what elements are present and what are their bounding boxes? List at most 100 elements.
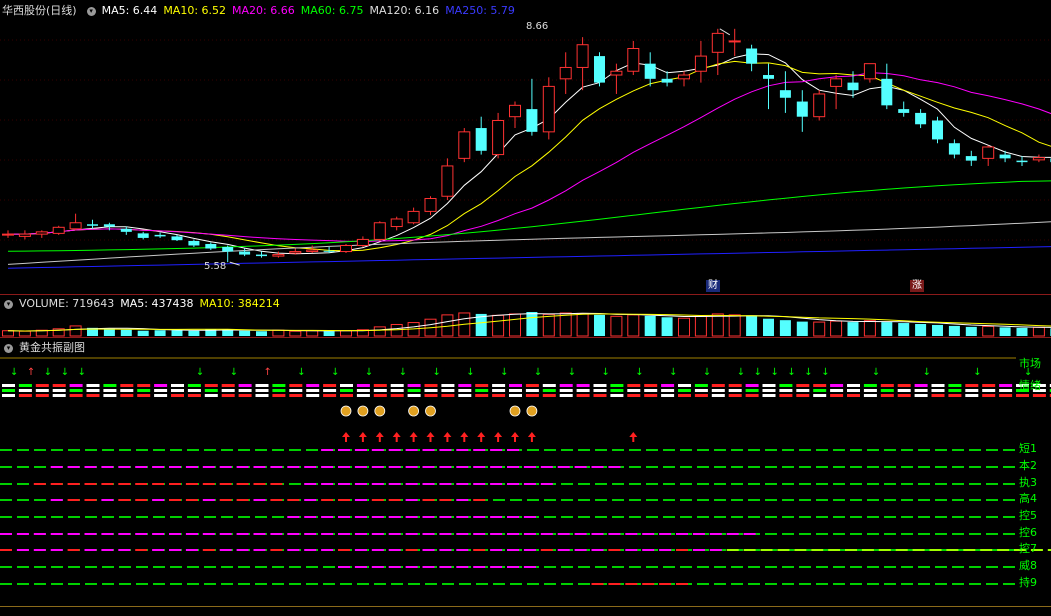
candle-body (509, 104, 521, 118)
sentiment-block (154, 384, 168, 387)
candle-body (424, 198, 437, 212)
sentiment-block (880, 394, 894, 397)
volume-bar (340, 330, 352, 337)
candle-body (526, 109, 538, 132)
sentiment-block (289, 389, 303, 392)
rise-tag[interactable]: 涨 (910, 280, 924, 292)
dropdown-icon[interactable]: ▾ (4, 343, 13, 353)
volume-bar (915, 324, 927, 336)
sentiment-block (847, 394, 860, 397)
signal-up-arrow (443, 432, 452, 442)
sentiment-block (745, 394, 759, 397)
sentiment-block (204, 389, 218, 392)
sentiment-block (272, 384, 286, 387)
volume-bar (1016, 327, 1028, 336)
sentiment-block (475, 394, 489, 397)
ma5-line (8, 53, 1051, 255)
sentiment-block (880, 384, 894, 387)
market-down-arrow: ↓ (923, 367, 931, 378)
market-down-arrow: ↓ (669, 367, 677, 378)
sentiment-block (965, 394, 979, 397)
volume-ma10: MA10: 384214 (199, 297, 280, 310)
sentiment-block (847, 389, 860, 392)
sentiment-block (18, 394, 32, 397)
candle-body (813, 93, 826, 118)
sentiment-block (678, 394, 691, 397)
volume-bar (796, 321, 808, 336)
sentiment-block (373, 384, 387, 387)
volume-bar (137, 330, 149, 336)
market-up-arrow: ↑ (27, 367, 35, 378)
volume-bar (103, 328, 115, 336)
market-down-arrow: ↓ (804, 367, 812, 378)
sentiment-block (255, 394, 269, 397)
sentiment-block (880, 389, 894, 392)
sentiment-block (542, 384, 556, 387)
ma60-label: MA60: 6.75 (300, 4, 364, 17)
market-down-arrow: ↓ (44, 367, 52, 378)
sentiment-block (323, 389, 337, 392)
indicator-row-label: 高4 (1019, 492, 1037, 505)
candle-body (915, 112, 927, 125)
volume-bar (239, 330, 251, 336)
sentiment-block (204, 394, 218, 397)
sentiment-label: 情绪 (1019, 379, 1041, 392)
signal-up-arrow (409, 432, 418, 442)
sentiment-block (492, 394, 506, 397)
sentiment-block (948, 394, 962, 397)
candle-body (678, 74, 690, 80)
ma250-label: MA250: 5.79 (445, 4, 515, 17)
candle-body (120, 228, 132, 232)
sentiment-block (661, 394, 675, 397)
sentiment-block (999, 394, 1013, 397)
sentiment-block (999, 384, 1013, 387)
indicator-row-label: 控5 (1019, 509, 1037, 522)
sentiment-block (35, 394, 49, 397)
sentiment-block (492, 384, 506, 387)
finance-tag[interactable]: 财 (706, 280, 720, 292)
volume-bar (999, 327, 1011, 336)
sentiment-block (306, 394, 320, 397)
candle-body (948, 143, 960, 155)
sentiment-block (103, 384, 117, 387)
sentiment-block (610, 394, 624, 397)
candle-body (746, 48, 758, 64)
market-down-arrow: ↓ (771, 367, 779, 378)
candle-body (2, 233, 14, 236)
sentiment-block (525, 389, 539, 392)
sentiment-block (69, 384, 83, 387)
sentiment-block (238, 394, 252, 397)
indicator-row-label: 本2 (1019, 459, 1037, 472)
sentiment-block (475, 389, 489, 392)
sentiment-block (120, 384, 134, 387)
dropdown-icon[interactable]: ▾ (4, 299, 13, 309)
signal-up-arrow (460, 432, 469, 442)
volume-bar (728, 314, 741, 337)
market-label: 市场 (1019, 357, 1041, 370)
money-bag-icon (374, 405, 386, 417)
indicator-row-label: 控7 (1019, 542, 1037, 555)
volume-bar (932, 324, 943, 336)
market-down-arrow: ↓ (821, 367, 829, 378)
high-price-label: 8.66 (526, 21, 549, 32)
sentiment-block (796, 384, 810, 387)
sentiment-block (390, 394, 404, 397)
volume-bar (711, 313, 724, 337)
volume-bar (188, 330, 200, 336)
dropdown-icon[interactable]: ▾ (86, 6, 96, 16)
sentiment-block (525, 384, 539, 387)
sentiment-block (103, 389, 117, 392)
volume-header: ▾ VOLUME: 719643 MA5: 437438 MA10: 384214 (0, 296, 286, 312)
volume-bar (542, 313, 555, 337)
sentiment-block (272, 389, 286, 392)
candle-body (728, 40, 741, 43)
ma20-label: MA20: 6.66 (232, 4, 295, 17)
candle-body (694, 55, 707, 72)
volume-bar (881, 322, 893, 336)
sentiment-block (914, 394, 928, 397)
market-up-arrow: ↑ (264, 367, 272, 378)
candle-body (830, 78, 843, 87)
sentiment-block (779, 384, 793, 387)
volume-bar (898, 323, 910, 336)
sentiment-block (678, 389, 691, 392)
